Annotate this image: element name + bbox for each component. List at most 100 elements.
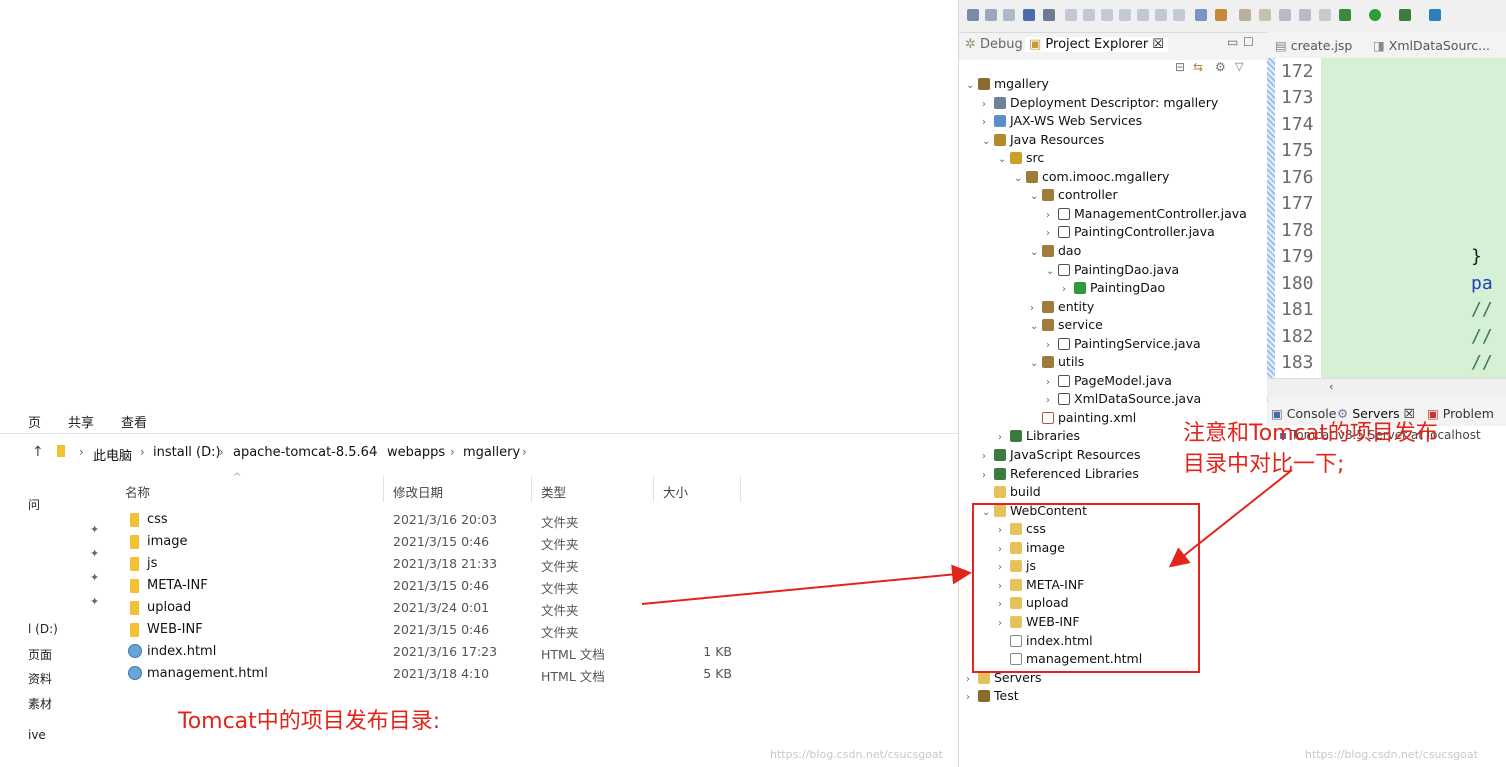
file-row[interactable]: upload 2021/3/24 0:01 文件夹 [0,597,958,619]
nav-item[interactable]: ive [28,728,46,742]
breadcrumb-webapps[interactable]: webapps [387,445,445,460]
chevron-down-icon[interactable]: ⌄ [982,136,994,147]
external-tools-icon[interactable] [1429,9,1441,21]
collapse-all-icon[interactable]: ⊟ [1175,60,1185,74]
file-row[interactable]: css 2021/3/16 20:03 文件夹 [0,509,958,531]
task-icon[interactable] [1215,9,1227,21]
chevron-right-icon[interactable]: › [982,470,994,481]
format-icon[interactable] [1195,9,1207,21]
coverage-icon[interactable] [1399,9,1411,21]
chevron-right-icon[interactable]: › [1062,284,1074,295]
tree-item[interactable]: › PaintingDao [1062,280,1165,295]
breadcrumb-drive[interactable]: install (D:) [153,445,221,460]
mark-icon[interactable] [1259,9,1271,21]
chevron-right-icon[interactable]: › [1046,377,1058,388]
suspend-icon[interactable] [1083,9,1095,21]
pin-editor-icon[interactable] [1239,9,1251,21]
column-header-date[interactable]: 修改日期 [393,482,443,501]
resume-icon[interactable] [1065,9,1077,21]
nav-item[interactable]: 素材 [28,695,52,712]
ribbon-tab-share[interactable]: 共享 [68,412,94,431]
file-row[interactable]: META-INF 2021/3/15 0:46 文件夹 [0,575,958,597]
horizontal-scrollbar[interactable]: ‹ [1267,378,1506,397]
chevron-down-icon[interactable]: ⌄ [998,154,1010,165]
chevron-down-icon[interactable]: ⌄ [966,80,978,91]
tree-item[interactable]: › Test [966,688,1019,703]
tree-item[interactable]: build [982,484,1041,499]
block-select-icon[interactable] [1299,9,1311,21]
breadcrumb-tomcat[interactable]: apache-tomcat-8.5.64 [233,445,377,460]
tree-item[interactable]: ⌄ mgallery [966,76,1049,91]
chevron-right-icon[interactable]: › [982,117,994,128]
code-editor[interactable]: 172 173 174 175 176 177 178 179 180 181 … [1267,58,1506,380]
column-header-size[interactable]: 大小 [663,482,688,501]
tree-item[interactable]: ⌄ PaintingDao.java [1046,262,1179,277]
tree-item[interactable]: painting.xml [1030,410,1136,425]
link-editor-icon[interactable]: ⇆ [1193,60,1203,74]
column-divider[interactable] [653,476,654,502]
scroll-left-icon[interactable]: ‹ [1329,380,1333,393]
tree-item[interactable]: › PaintingService.java [1046,336,1201,351]
annotation-icon[interactable] [1279,9,1291,21]
tree-item[interactable]: › entity [1030,299,1094,314]
tree-item[interactable]: › JAX-WS Web Services [982,113,1142,128]
address-bar[interactable]: ↑ › 此电脑 › install (D:) › apache-tomcat-8… [0,433,958,466]
up-arrow-icon[interactable]: ↑ [32,444,44,460]
chevron-right-icon[interactable]: › [982,99,994,110]
tree-item[interactable]: ⌄ controller [1030,187,1118,202]
chevron-right-icon[interactable]: › [1046,340,1058,351]
whitespace-icon[interactable] [1319,9,1331,21]
file-row[interactable]: index.html 2021/3/16 17:23 HTML 文档 1 KB [0,641,958,663]
step-into-icon[interactable] [1137,9,1149,21]
chevron-down-icon[interactable]: ⌄ [1030,358,1042,369]
chevron-right-icon[interactable]: › [966,692,978,703]
tree-item[interactable]: ⌄ Java Resources [982,132,1104,147]
chevron-down-icon[interactable]: ⌄ [1030,247,1042,258]
disconnect-icon[interactable] [1119,9,1131,21]
chevron-down-icon[interactable]: ⌄ [1014,173,1026,184]
chevron-right-icon[interactable]: › [1046,228,1058,239]
tree-item[interactable]: › ManagementController.java [1046,206,1247,221]
tree-item[interactable]: ⌄ src [998,150,1044,165]
tree-item[interactable]: › PaintingController.java [1046,224,1215,239]
chevron-right-icon[interactable]: › [1030,303,1042,314]
tree-item[interactable]: › Deployment Descriptor: mgallery [982,95,1218,110]
chevron-right-icon[interactable]: › [966,674,978,685]
column-divider[interactable] [531,476,532,502]
breadcrumb-mgallery[interactable]: mgallery [463,445,520,460]
maximize-icon[interactable]: ☐ [1243,35,1254,49]
column-divider[interactable] [383,476,384,502]
save-icon[interactable] [985,9,997,21]
debug-icon[interactable] [1339,9,1351,21]
step-over-icon[interactable] [1155,9,1167,21]
tree-item[interactable]: ⌄ com.imooc.mgallery [1014,169,1169,184]
view-menu-icon[interactable]: ▽ [1235,60,1243,73]
breadcrumb-this-pc[interactable]: 此电脑 [93,445,132,464]
tree-item[interactable]: ⌄ utils [1030,354,1084,369]
run-icon[interactable] [1369,9,1381,21]
ribbon-tab-page[interactable]: 页 [28,412,41,431]
tree-item[interactable]: › XmlDataSource.java [1046,391,1201,406]
terminal-icon[interactable] [1023,9,1035,21]
step-return-icon[interactable] [1173,9,1185,21]
new-icon[interactable] [967,9,979,21]
ribbon-tab-view[interactable]: 查看 [121,412,147,431]
file-row[interactable]: management.html 2021/3/18 4:10 HTML 文档 5… [0,663,958,685]
file-row[interactable]: image 2021/3/15 0:46 文件夹 [0,531,958,553]
chevron-right-icon[interactable]: › [998,432,1010,443]
chevron-down-icon[interactable]: ⌄ [1046,266,1058,277]
tree-item[interactable]: › Libraries [998,428,1080,443]
tree-item[interactable]: › JavaScript Resources [982,447,1140,462]
column-header-type[interactable]: 类型 [541,482,566,501]
tree-item[interactable]: ⌄ dao [1030,243,1081,258]
file-row[interactable]: WEB-INF 2021/3/15 0:46 文件夹 [0,619,958,641]
tree-item[interactable]: ⌄ service [1030,317,1103,332]
terminate-icon[interactable] [1101,9,1113,21]
editor-tab-xmldatasource[interactable]: ◨ XmlDataSourc... [1373,38,1490,53]
skip-breakpoints-icon[interactable] [1043,9,1055,21]
minimize-icon[interactable]: ▭ [1227,35,1238,49]
tab-project-explorer[interactable]: ▣ Project Explorer ☒ [1025,37,1168,52]
chevron-down-icon[interactable]: ⌄ [1030,191,1042,202]
tree-item[interactable]: › PageModel.java [1046,373,1172,388]
file-row[interactable]: js 2021/3/18 21:33 文件夹 [0,553,958,575]
